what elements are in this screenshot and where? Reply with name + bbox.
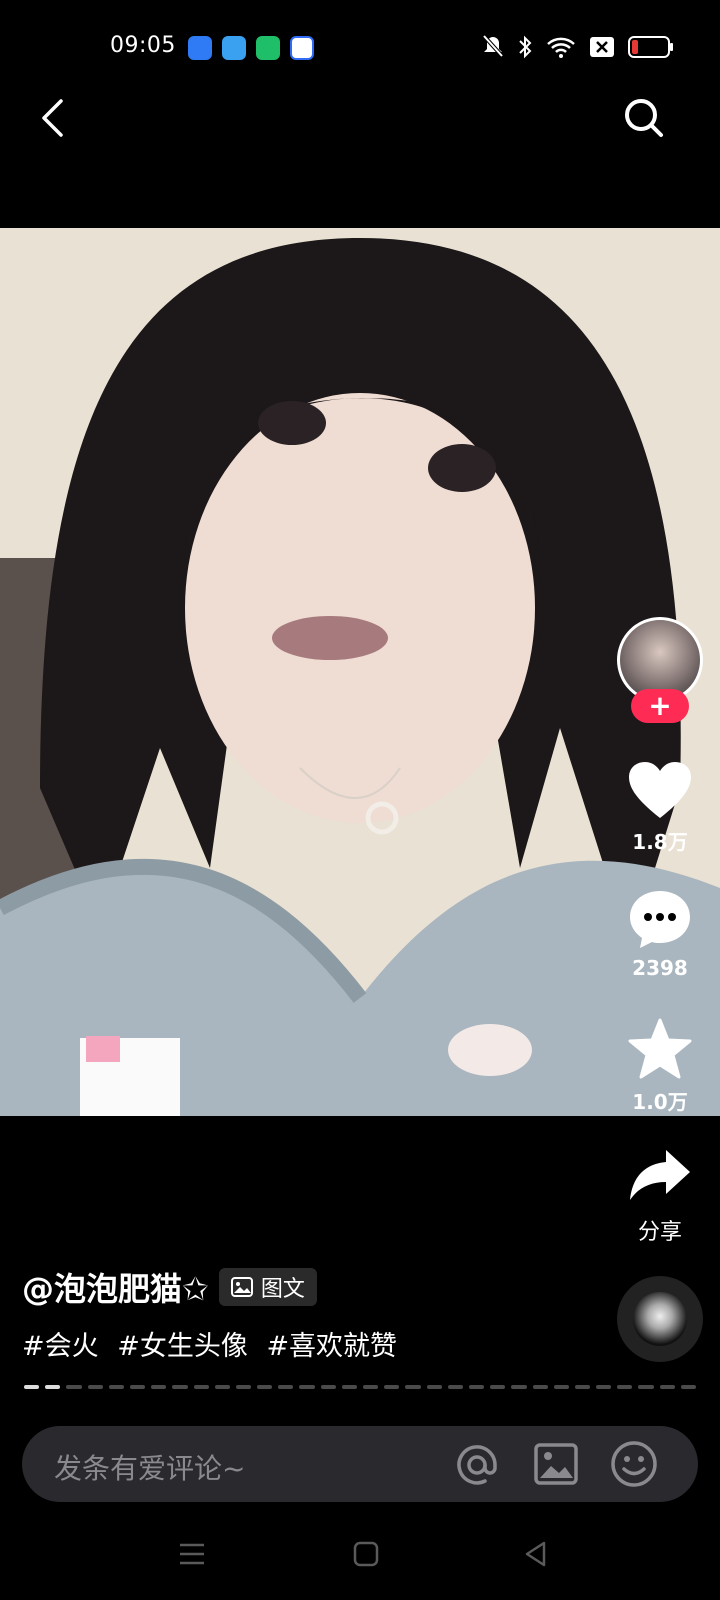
progress-segment bbox=[108, 1385, 124, 1389]
comment-input[interactable]: 发条有爱评论~ bbox=[54, 1447, 245, 1487]
progress-segment bbox=[447, 1385, 463, 1389]
progress-segment bbox=[45, 1385, 61, 1389]
mute-icon bbox=[482, 34, 504, 58]
author-avatar-group[interactable]: + bbox=[612, 617, 708, 737]
music-cover bbox=[633, 1292, 687, 1346]
messages-app-icon bbox=[188, 36, 212, 60]
plus-icon: + bbox=[648, 689, 672, 722]
progress-segment bbox=[24, 1385, 40, 1389]
progress-segment bbox=[405, 1385, 421, 1389]
at-mention-icon[interactable] bbox=[454, 1442, 500, 1488]
comment-bar[interactable]: 发条有爱评论~ bbox=[22, 1426, 698, 1502]
favorite-button[interactable]: 1.0万 bbox=[620, 1018, 700, 1115]
search-button[interactable] bbox=[620, 94, 668, 142]
progress-segment bbox=[553, 1385, 569, 1389]
weather-app-icon bbox=[222, 36, 246, 60]
progress-segment bbox=[596, 1385, 612, 1389]
status-time: 09:05 bbox=[110, 33, 176, 58]
progress-segment bbox=[363, 1385, 379, 1389]
back-nav-icon[interactable] bbox=[522, 1540, 550, 1568]
progress-segment bbox=[659, 1385, 675, 1389]
hashtag[interactable]: #喜欢就赞 bbox=[266, 1331, 397, 1362]
progress-segment bbox=[320, 1385, 336, 1389]
progress-segment bbox=[235, 1385, 252, 1389]
progress-segment bbox=[680, 1385, 696, 1389]
emoji-icon[interactable] bbox=[610, 1440, 658, 1488]
search-icon bbox=[625, 99, 663, 137]
star-icon bbox=[628, 1018, 692, 1079]
progress-segment bbox=[66, 1385, 82, 1389]
wifi-icon bbox=[547, 37, 575, 58]
progress-segment bbox=[532, 1385, 548, 1389]
progress-segment bbox=[511, 1385, 527, 1389]
battery-saver-app-icon bbox=[256, 36, 280, 60]
progress-segment bbox=[341, 1385, 357, 1389]
image-picker-icon[interactable] bbox=[534, 1442, 578, 1486]
favorite-count: 1.0万 bbox=[632, 1090, 688, 1114]
chevron-left-icon bbox=[42, 99, 63, 137]
progress-segment bbox=[384, 1385, 400, 1389]
slide-progress-indicator bbox=[24, 1385, 696, 1389]
progress-segment bbox=[129, 1385, 146, 1389]
share-label: 分享 bbox=[637, 1220, 682, 1245]
battery-icon bbox=[628, 36, 673, 58]
comment-count: 2398 bbox=[632, 956, 688, 980]
back-button[interactable] bbox=[28, 94, 76, 142]
progress-segment bbox=[490, 1385, 506, 1389]
follow-button[interactable]: + bbox=[631, 689, 689, 723]
progress-segment bbox=[87, 1385, 103, 1389]
progress-segment bbox=[468, 1385, 485, 1389]
music-disc-button[interactable] bbox=[617, 1276, 703, 1362]
like-count: 1.8万 bbox=[632, 830, 688, 854]
sim-icon bbox=[590, 37, 614, 57]
baidu-app-icon bbox=[290, 36, 314, 60]
share-button[interactable]: 分享 bbox=[620, 1148, 700, 1246]
author-name[interactable]: @泡泡肥猫✩ bbox=[22, 1264, 209, 1310]
progress-segment bbox=[574, 1385, 591, 1389]
progress-segment bbox=[617, 1385, 633, 1389]
hashtag[interactable]: #会火 bbox=[22, 1331, 99, 1362]
heart-icon bbox=[629, 762, 691, 818]
image-text-icon bbox=[230, 1277, 253, 1297]
progress-segment bbox=[426, 1385, 442, 1389]
progress-segment bbox=[278, 1385, 294, 1389]
progress-segment bbox=[299, 1385, 315, 1389]
comment-button[interactable]: 2398 bbox=[620, 888, 700, 980]
progress-segment bbox=[214, 1385, 230, 1389]
hashtag[interactable]: #女生头像 bbox=[117, 1331, 248, 1362]
menu-nav-icon[interactable] bbox=[178, 1540, 206, 1568]
bluetooth-icon bbox=[519, 35, 532, 59]
share-arrow-icon bbox=[630, 1150, 690, 1200]
comment-icon bbox=[630, 891, 690, 948]
hashtag-list: #会火 #女生头像 #喜欢就赞 bbox=[22, 1324, 407, 1363]
progress-segment bbox=[193, 1385, 209, 1389]
progress-segment bbox=[172, 1385, 188, 1389]
progress-segment bbox=[257, 1385, 273, 1389]
like-button[interactable]: 1.8万 bbox=[620, 760, 700, 855]
progress-segment bbox=[151, 1385, 167, 1389]
progress-segment bbox=[638, 1385, 654, 1389]
home-nav-icon[interactable] bbox=[352, 1540, 380, 1568]
post-type-badge: 图文 bbox=[218, 1268, 317, 1306]
author-row: @泡泡肥猫✩ 图文 bbox=[22, 1264, 317, 1310]
post-type-label: 图文 bbox=[260, 1277, 305, 1302]
